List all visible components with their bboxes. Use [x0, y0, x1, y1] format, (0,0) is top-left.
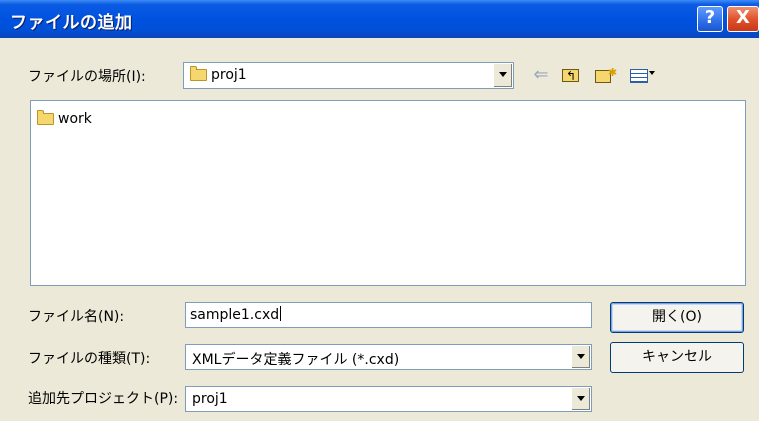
add-file-dialog: ファイルの追加 ? X ファイルの場所(I): proj1 ⇐ ✱ work フ… [0, 0, 759, 421]
file-type-dropdown[interactable]: XMLデータ定義ファイル (*.cxd) [185, 344, 592, 370]
file-type-value: XMLデータ定義ファイル (*.cxd) [192, 352, 400, 368]
look-in-dropdown[interactable]: proj1 [183, 62, 514, 89]
title-bar[interactable]: ファイルの追加 ? X [0, 0, 759, 38]
project-label: 追加先プロジェクト(P): [28, 391, 179, 407]
folder-icon [37, 110, 54, 125]
up-folder-icon[interactable] [560, 64, 582, 87]
file-name-value: sample1.cxd [190, 307, 280, 323]
back-icon[interactable]: ⇐ [530, 64, 552, 86]
file-type-label: ファイルの種類(T): [28, 351, 151, 367]
file-list[interactable]: work [30, 100, 746, 286]
project-dropdown[interactable]: proj1 [185, 386, 592, 412]
list-item[interactable]: work [37, 110, 92, 127]
look-in-value: proj1 [211, 67, 247, 83]
list-item-label: work [58, 111, 92, 127]
project-value: proj1 [192, 391, 228, 407]
folder-icon [190, 66, 207, 81]
chevron-down-icon[interactable] [571, 388, 590, 410]
new-folder-icon[interactable]: ✱ [594, 64, 617, 86]
open-button[interactable]: 開く(O) [610, 302, 744, 333]
close-button[interactable]: X [727, 6, 759, 32]
chevron-down-icon[interactable] [571, 346, 590, 368]
window-title: ファイルの追加 [10, 13, 133, 33]
cancel-button[interactable]: キャンセル [610, 342, 744, 373]
look-in-label: ファイルの場所(I): [28, 69, 146, 85]
chevron-down-icon[interactable] [493, 64, 512, 87]
file-name-input[interactable]: sample1.cxd [185, 302, 592, 328]
view-menu-icon[interactable] [628, 64, 658, 86]
help-button[interactable]: ? [697, 6, 723, 32]
file-name-label: ファイル名(N): [28, 309, 125, 325]
text-caret [280, 306, 282, 321]
